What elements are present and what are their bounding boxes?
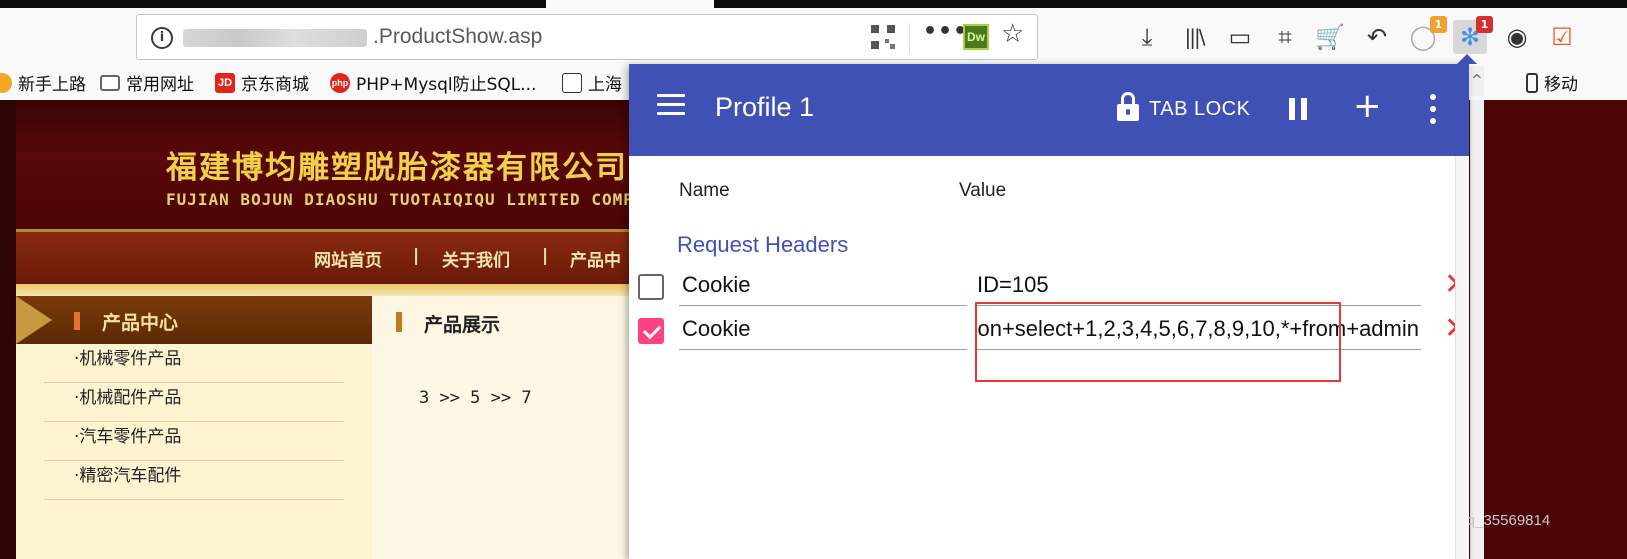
header-value-input[interactable]: ID=105 (977, 268, 1421, 306)
dreamweaver-extension-icon[interactable]: Dw (963, 24, 989, 50)
page-scrollbar[interactable] (1470, 100, 1484, 559)
category-item[interactable]: ·汽车零件产品 (44, 422, 344, 461)
bookmark-star-icon[interactable]: ☆ (1001, 19, 1024, 49)
gold-divider (16, 284, 656, 296)
active-tab[interactable] (546, 0, 714, 8)
category-list: ·机械零件产品 ·机械配件产品 ·汽车零件产品 ·精密汽车配件 (16, 344, 372, 559)
add-icon[interactable]: + (1353, 86, 1382, 126)
nav-products[interactable]: 产品中 (570, 246, 621, 271)
pause-icon[interactable] (1289, 98, 1309, 120)
modheader-badge: 1 (1476, 16, 1493, 33)
download-icon[interactable]: ⤓ (1130, 20, 1164, 54)
header-name-input[interactable]: Cookie (679, 268, 967, 306)
bookmark-label: 京东商城 (241, 75, 309, 95)
tab-strip (0, 0, 1627, 8)
popup-app-bar: Profile 1 TAB LOCK + (629, 64, 1469, 156)
header-name-input[interactable]: Cookie (679, 312, 967, 350)
header-enable-checkbox[interactable] (638, 274, 664, 300)
lock-icon[interactable] (1117, 92, 1139, 122)
sync-badge: 1 (1430, 16, 1447, 33)
undo-icon[interactable]: ↶ (1360, 20, 1394, 54)
site-banner: 福建博均雕塑脱胎漆器有限公司 FUJIAN BOJUN DIAOSHU TUOT… (16, 100, 656, 232)
show-marker (396, 312, 402, 332)
extension-orange-icon[interactable]: ☑ (1545, 20, 1579, 54)
profile-title: Profile 1 (715, 92, 815, 122)
nav-separator: | (542, 246, 549, 266)
annotation-highlight-box (975, 302, 1341, 382)
navigation-toolbar: i .ProductShow.asp ••• Dw ☆ ⤓ |||\ ▭ ⌗ 🛒… (0, 8, 1627, 64)
nav-home[interactable]: 网站首页 (314, 246, 382, 271)
page-actions-icon[interactable]: ••• (923, 19, 968, 44)
page-left-border (0, 100, 16, 559)
column-header-value: Value (959, 180, 1007, 201)
popup-scrollbar[interactable] (1455, 156, 1469, 559)
header-enable-checkbox[interactable] (638, 318, 664, 344)
bookmark-php-sql[interactable]: php PHP+Mysql防止SQL... (330, 70, 536, 95)
company-name-en: FUJIAN BOJUN DIAOSHU TUOTAIQIQU LIMITED … (166, 190, 634, 209)
request-headers-label: Request Headers (677, 232, 849, 257)
category-marker (74, 312, 80, 330)
account-icon[interactable]: ◉ (1500, 20, 1534, 54)
site-info-icon[interactable]: i (151, 27, 173, 49)
jd-icon: JD (215, 72, 235, 93)
bookmark-shanghai[interactable]: 上海 (562, 70, 622, 95)
bookmark-jd[interactable]: JD 京东商城 (215, 70, 309, 95)
tab-lock-button[interactable]: TAB LOCK (1149, 98, 1250, 121)
crop-icon[interactable]: ⌗ (1268, 20, 1302, 54)
page-scroll-up-arrow[interactable]: ^ (1470, 66, 1484, 96)
mobile-icon (1526, 72, 1538, 93)
product-show-title: 产品展示 (424, 314, 501, 336)
bookmark-newbie[interactable]: 新手上路 (0, 70, 86, 95)
url-text[interactable]: .ProductShow.asp (373, 25, 542, 49)
php-icon: php (330, 72, 350, 93)
folder-icon (100, 74, 120, 91)
category-header (16, 296, 372, 344)
product-breadcrumb: 3 >> 5 >> 7 (419, 388, 532, 408)
more-options-icon[interactable] (1430, 94, 1436, 124)
nav-separator: | (413, 246, 420, 266)
column-header-name: Name (679, 180, 730, 201)
blurred-url-host (183, 29, 367, 47)
site-nav: 网站首页 | 关于我们 | 产品中 (16, 232, 656, 284)
modheader-popup: Profile 1 TAB LOCK + Name Value Request … (629, 54, 1477, 559)
cart-icon[interactable]: 🛒 (1313, 20, 1347, 54)
bookmark-label: 上海 (588, 75, 622, 95)
bookmark-label: PHP+Mysql防止SQL... (356, 75, 537, 95)
category-item[interactable]: ·精密汽车配件 (44, 461, 344, 500)
bookmark-label: 移动 (1544, 75, 1578, 95)
site-content: 产品中心 ·机械零件产品 ·机械配件产品 ·汽车零件产品 ·精密汽车配件 产品展… (16, 284, 656, 559)
nav-about[interactable]: 关于我们 (442, 246, 510, 271)
page-right-background (1483, 100, 1627, 559)
hamburger-menu-icon[interactable] (657, 94, 685, 116)
bookmark-label: 新手上路 (18, 75, 86, 95)
sidebar-icon[interactable]: ▭ (1223, 20, 1257, 54)
qr-code-icon[interactable] (871, 25, 895, 49)
bookmark-common-sites[interactable]: 常用网址 (100, 70, 194, 95)
popup-caret (1457, 54, 1477, 64)
category-item[interactable]: ·机械零件产品 (44, 344, 344, 383)
library-icon[interactable]: |||\ (1177, 20, 1211, 54)
arrow-decoration-icon (16, 296, 52, 344)
firefox-icon (0, 72, 12, 93)
url-bar[interactable]: i .ProductShow.asp ••• Dw ☆ (136, 14, 1038, 60)
bookmark-mobile[interactable]: 移动 (1526, 70, 1578, 95)
category-title: 产品中心 (102, 312, 179, 334)
header-value-text: ID=105 (977, 272, 1049, 297)
site-icon (562, 72, 582, 93)
category-item[interactable]: ·机械配件产品 (44, 383, 344, 422)
url-bar-divider (909, 23, 910, 53)
company-name-cn: 福建博均雕塑脱胎漆器有限公司 (166, 150, 628, 186)
bookmark-label: 常用网址 (126, 75, 194, 95)
